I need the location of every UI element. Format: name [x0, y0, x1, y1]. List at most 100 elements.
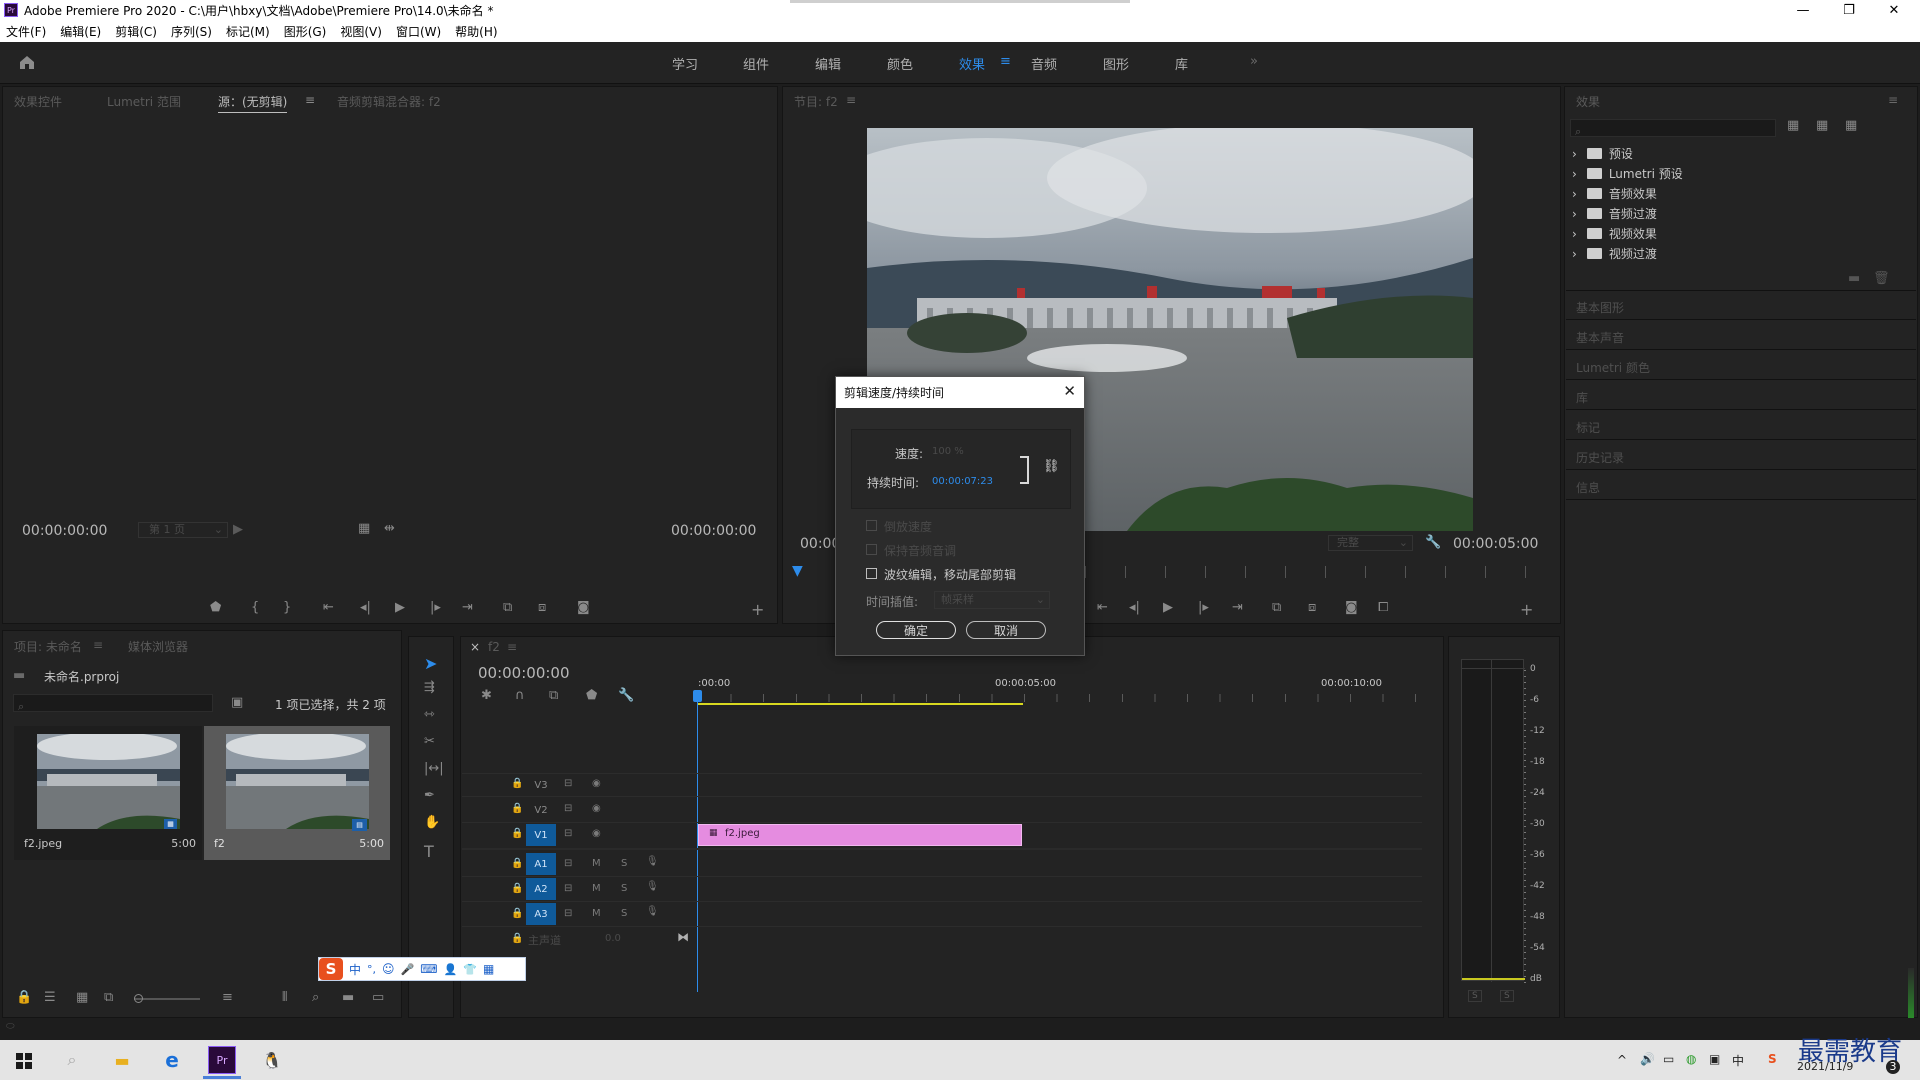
speed-value[interactable]: 100 % [932, 446, 964, 457]
interpolation-select[interactable]: 帧采样 ⌄ [934, 591, 1050, 609]
eye-icon[interactable]: ◉ [592, 828, 601, 839]
sync-lock-icon[interactable]: ⊟ [564, 778, 572, 789]
mute-icon[interactable]: M [592, 908, 601, 919]
maximize-button[interactable]: ❐ [1829, 0, 1869, 20]
ws-tab-audio[interactable]: 音频 [1031, 54, 1057, 73]
ime-user-icon[interactable]: 👤 [444, 963, 458, 976]
source-timecode-left[interactable]: 00:00:00:00 [22, 523, 107, 539]
go-to-in-icon[interactable]: ⇤ [323, 600, 334, 615]
wrench-icon[interactable]: 🔧 [1425, 535, 1441, 550]
lock-icon[interactable]: 🔒 [16, 990, 32, 1005]
step-forward-icon[interactable]: |▸ [430, 600, 441, 615]
go-to-out-icon[interactable]: ⇥ [1232, 600, 1243, 615]
delete-icon[interactable]: 🗑 [1873, 271, 1890, 286]
premiere-taskbar-icon[interactable]: Pr [208, 1046, 236, 1074]
lock-icon[interactable]: 🔒 [511, 828, 523, 839]
fit-select[interactable]: 完整 ⌄ [1328, 535, 1413, 551]
timeline-settings-icon[interactable]: 🔧 [618, 688, 634, 703]
ime-skin-icon[interactable]: 👕 [463, 963, 477, 976]
freeform-view-icon[interactable]: ⧉ [104, 990, 113, 1005]
tree-item-lumetri-presets[interactable]: › Lumetri 预设 [1572, 165, 1683, 182]
tray-sogou-icon[interactable]: S [1768, 1052, 1777, 1066]
effects-menu-icon[interactable]: ≡ [1888, 93, 1898, 107]
pen-tool-icon[interactable]: ✒ [424, 788, 435, 803]
reverse-speed-checkbox[interactable] [866, 520, 877, 531]
sync-lock-icon[interactable]: ⊟ [564, 858, 572, 869]
ws-tab-learn[interactable]: 学习 [672, 54, 698, 73]
tab-effect-controls[interactable]: 效果控件 [14, 93, 62, 110]
list-view-icon[interactable]: ☰ [44, 990, 56, 1005]
tab-sequence[interactable]: f2 [488, 640, 500, 654]
maintain-pitch-checkbox[interactable] [866, 544, 877, 555]
tree-item-video-transitions[interactable]: › 视频过渡 [1572, 245, 1657, 262]
linked-selection-icon[interactable]: ⧉ [549, 688, 558, 703]
cancel-button[interactable]: 取消 [966, 621, 1046, 639]
tree-item-video-effects[interactable]: › 视频效果 [1572, 225, 1657, 242]
track-v3-label[interactable]: V3 [526, 774, 556, 796]
ime-voice-icon[interactable]: 🎤 [401, 963, 415, 976]
step-back-icon[interactable]: ◂| [1129, 600, 1140, 615]
page-select[interactable]: 第 1 页 ⌄ [138, 522, 228, 538]
section-essential-sound[interactable]: 基本声音 [1576, 329, 1624, 346]
razor-tool-icon[interactable]: ✂ [424, 734, 435, 749]
tree-item-audio-effects[interactable]: › 音频效果 [1572, 185, 1657, 202]
section-info[interactable]: 信息 [1576, 479, 1600, 496]
nest-icon[interactable]: ✱ [481, 688, 492, 703]
track-v2-label[interactable]: V2 [526, 799, 556, 821]
track-select-tool-icon[interactable]: ⇶ [424, 680, 435, 695]
menu-graphics[interactable]: 图形(G) [284, 23, 327, 40]
tree-item-presets[interactable]: › 预设 [1572, 145, 1633, 162]
ws-more-icon[interactable]: » [1250, 54, 1258, 69]
new-bin-icon[interactable]: ▬ [1848, 271, 1860, 286]
track-a1-label[interactable]: A1 [526, 853, 556, 875]
lock-icon[interactable]: 🔒 [511, 803, 523, 814]
program-menu-icon[interactable]: ≡ [846, 93, 856, 107]
sync-lock-icon[interactable]: ⊟ [564, 883, 572, 894]
sort-icon[interactable]: ≡ [222, 990, 233, 1005]
tray-app-icon[interactable]: ◍ [1686, 1052, 1696, 1066]
step-back-icon[interactable]: ◂| [360, 600, 371, 615]
yuv-effects-icon[interactable]: ▦ [1845, 118, 1857, 133]
ime-toolbox-icon[interactable]: ▦ [483, 962, 494, 976]
32bit-effects-icon[interactable]: ▦ [1816, 118, 1828, 133]
extract-icon[interactable]: ⧈ [1308, 600, 1316, 615]
dialog-close-icon[interactable]: ✕ [1063, 382, 1076, 400]
tab-media-browser[interactable]: 媒体浏览器 [128, 638, 188, 655]
mic-icon[interactable]: 🎙 [646, 906, 659, 917]
step-forward-icon[interactable]: |▸ [1198, 600, 1209, 615]
playhead-handle[interactable] [693, 690, 702, 702]
lock-icon[interactable]: 🔒 [511, 858, 523, 869]
play-icon[interactable]: ▶ [395, 600, 405, 615]
program-play-icon[interactable]: ▶ [1163, 600, 1173, 615]
ws-tab-color[interactable]: 颜色 [887, 54, 913, 73]
ws-tab-editing[interactable]: 编辑 [815, 54, 841, 73]
add-marker-icon[interactable]: ⬟ [586, 688, 597, 703]
mic-icon[interactable]: 🎙 [646, 856, 659, 867]
zoom-slider[interactable] [134, 998, 200, 1000]
tab-source[interactable]: 源：(无剪辑) [218, 93, 288, 113]
go-to-end-icon[interactable]: ⧓ [677, 930, 689, 944]
minimize-button[interactable]: — [1783, 0, 1823, 20]
chain-link-icon[interactable]: ⛓ [1043, 459, 1060, 474]
section-markers[interactable]: 标记 [1576, 419, 1600, 436]
track-a3-label[interactable]: A3 [526, 903, 556, 925]
sequence-menu-icon[interactable]: ≡ [507, 640, 517, 654]
solo-icon[interactable]: S [621, 883, 627, 894]
solo-left-button[interactable]: S [1468, 990, 1482, 1002]
file-explorer-icon[interactable]: ▬ [108, 1046, 136, 1074]
tray-monitor-icon[interactable]: ▣ [1709, 1052, 1720, 1066]
section-lumetri-color[interactable]: Lumetri 颜色 [1576, 359, 1650, 376]
menu-window[interactable]: 窗口(W) [396, 23, 441, 40]
ime-emoji-icon[interactable]: ☺ [382, 962, 395, 976]
tab-program[interactable]: 节目: f2 [794, 93, 838, 110]
duration-value[interactable]: 00:00:07:23 [932, 476, 993, 487]
track-v1-label[interactable]: V1 [526, 824, 556, 846]
ime-chinese-mode[interactable]: 中 [349, 961, 361, 978]
edge-browser-icon[interactable]: e [158, 1046, 186, 1074]
sync-lock-icon[interactable]: ⊟ [564, 908, 572, 919]
sync-lock-icon[interactable]: ⊟ [564, 828, 572, 839]
tree-item-audio-transitions[interactable]: › 音频过渡 [1572, 205, 1657, 222]
settings-square-icon[interactable]: ▦ [358, 521, 370, 536]
search-icon[interactable]: ⌕ [58, 1046, 86, 1074]
eye-icon[interactable]: ◉ [592, 803, 601, 814]
